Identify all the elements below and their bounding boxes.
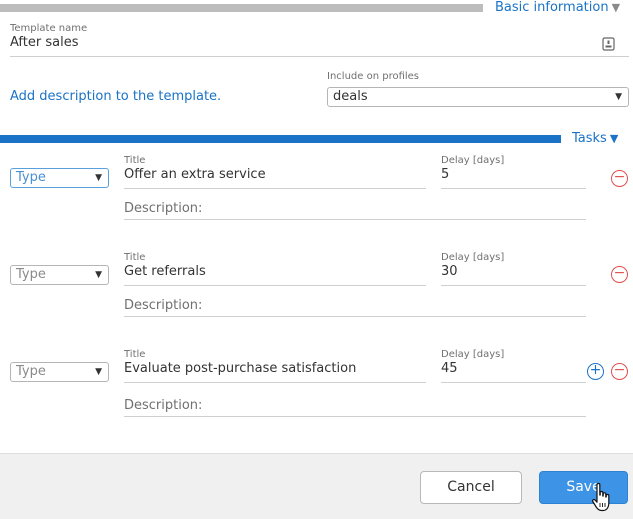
remove-task-button[interactable]: − <box>611 266 628 283</box>
task-type-placeholder: Type <box>16 364 46 379</box>
task-description-input[interactable]: Description: <box>124 201 202 216</box>
chevron-down-icon: ▼ <box>615 92 622 102</box>
minus-circle-icon: − <box>613 169 626 185</box>
include-profiles-select[interactable]: deals ▼ <box>327 87 629 107</box>
minus-circle-icon: − <box>613 362 626 378</box>
add-task-button[interactable]: + <box>587 363 604 380</box>
basic-section-title: Basic information <box>495 0 609 15</box>
remove-task-button[interactable]: − <box>611 170 628 187</box>
document-icon[interactable] <box>602 36 615 51</box>
task-delay-underline <box>441 285 586 286</box>
task-delay-underline <box>441 382 586 383</box>
collapse-triangle-icon: ▼ <box>611 1 621 14</box>
tasks-section-bar <box>0 135 561 143</box>
tasks-section-toggle[interactable]: Tasks ▼ <box>572 131 618 146</box>
plus-circle-icon: + <box>589 362 602 378</box>
chevron-down-icon: ▼ <box>95 270 102 280</box>
task-type-select[interactable]: Type ▼ <box>10 168 109 188</box>
task-delay-label: Delay [days] <box>441 349 505 360</box>
save-button[interactable]: Save <box>539 471 628 504</box>
task-delay-input[interactable]: 30 <box>441 264 458 279</box>
task-title-underline <box>124 188 426 189</box>
task-description-underline <box>124 316 586 317</box>
tasks-section-title: Tasks <box>572 131 607 146</box>
task-type-select[interactable]: Type ▼ <box>10 265 109 285</box>
task-delay-input[interactable]: 5 <box>441 167 449 182</box>
template-name-label: Template name <box>10 23 88 34</box>
template-name-input[interactable]: After sales <box>10 35 78 50</box>
task-description-underline <box>124 219 586 220</box>
minus-circle-icon: − <box>613 265 626 281</box>
remove-task-button[interactable]: − <box>611 363 628 380</box>
include-profiles-value: deals <box>333 89 368 104</box>
task-title-input[interactable]: Offer an extra service <box>124 167 266 182</box>
basic-section-toggle[interactable]: Basic information ▼ <box>495 0 620 15</box>
task-title-label: Title <box>124 349 146 360</box>
task-delay-label: Delay [days] <box>441 252 505 263</box>
basic-section-bar <box>0 4 483 12</box>
task-description-input[interactable]: Description: <box>124 398 202 413</box>
cancel-button[interactable]: Cancel <box>420 471 522 504</box>
task-type-placeholder: Type <box>16 267 46 282</box>
task-title-underline <box>124 285 426 286</box>
chevron-down-icon: ▼ <box>95 367 102 377</box>
task-type-select[interactable]: Type ▼ <box>10 362 109 382</box>
collapse-triangle-icon: ▼ <box>609 132 619 145</box>
task-delay-input[interactable]: 45 <box>441 361 458 376</box>
task-title-underline <box>124 382 426 383</box>
template-name-underline <box>10 56 629 57</box>
task-description-input[interactable]: Description: <box>124 298 202 313</box>
chevron-down-icon: ▼ <box>95 173 102 183</box>
include-profiles-label: Include on profiles <box>327 71 420 82</box>
task-delay-underline <box>441 188 586 189</box>
task-delay-label: Delay [days] <box>441 155 505 166</box>
task-type-placeholder: Type <box>16 170 46 185</box>
hand-pointer-icon <box>591 482 613 514</box>
task-title-label: Title <box>124 252 146 263</box>
task-description-underline <box>124 416 586 417</box>
add-description-link[interactable]: Add description to the template. <box>10 89 221 104</box>
task-title-input[interactable]: Evaluate post-purchase satisfaction <box>124 361 356 376</box>
task-title-input[interactable]: Get referrals <box>124 264 206 279</box>
task-title-label: Title <box>124 155 146 166</box>
